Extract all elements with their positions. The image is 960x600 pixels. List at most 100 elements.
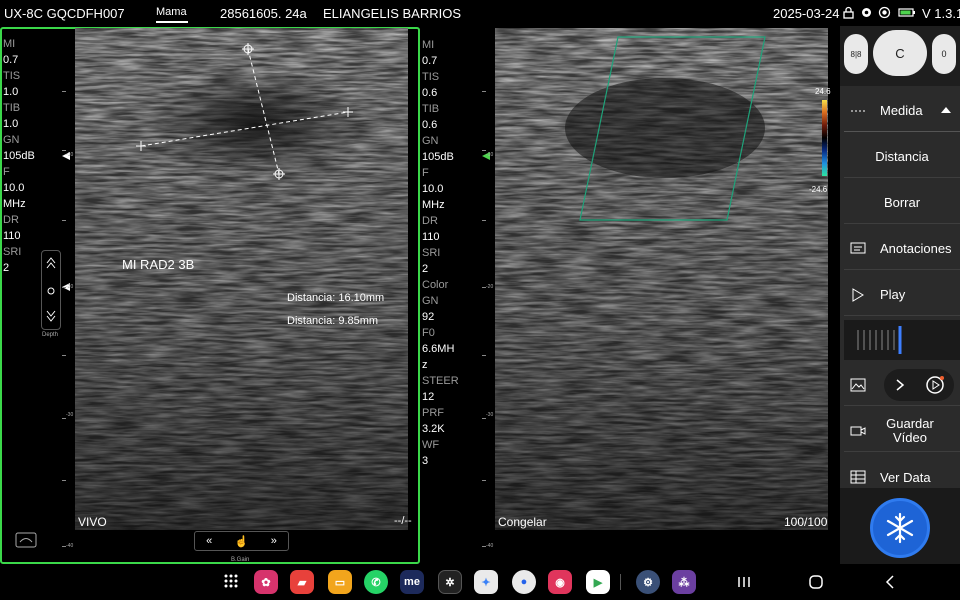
gemini-icon[interactable]: ✦ <box>474 570 498 594</box>
param-label: MI <box>3 38 16 50</box>
app-drawer-icon[interactable] <box>224 574 238 588</box>
recents-icon[interactable] <box>737 576 751 588</box>
play-store-icon[interactable]: ▶ <box>586 570 610 594</box>
live-mode-label: VIVO <box>78 515 107 529</box>
freeze-button[interactable] <box>870 498 930 558</box>
frame-counter-live: --/-- <box>394 515 412 527</box>
comment-icon <box>850 242 866 253</box>
depth-mark-label: -10 <box>486 152 494 158</box>
preset-tab[interactable]: Mama <box>156 6 187 18</box>
snowflake-icon <box>886 512 914 544</box>
chevron-right-icon[interactable] <box>894 378 906 392</box>
caliper-handle[interactable] <box>242 43 254 55</box>
distancia-label: Distancia <box>875 149 929 164</box>
depth-mark-label: -30 <box>66 412 74 418</box>
menu-item-play[interactable]: Play <box>844 274 960 316</box>
medical-app-icon[interactable]: ✲ <box>438 570 462 594</box>
caliper-cross[interactable] <box>343 107 353 117</box>
depth-tick <box>62 150 66 151</box>
probe-label: UX-8C GQCDFH007 <box>4 6 125 21</box>
gain-decrease-icon[interactable]: « <box>206 535 212 547</box>
flower-app-icon[interactable]: ✿ <box>254 570 278 594</box>
param-value: 10.0 <box>422 183 444 195</box>
annotation-text[interactable]: MI RAD2 3B <box>122 257 194 272</box>
param-label: GN <box>3 134 20 146</box>
battery-icon <box>898 8 915 17</box>
color-scale-bar <box>822 100 827 176</box>
measurement-overlay[interactable] <box>75 28 408 530</box>
gain-increase-icon[interactable]: » <box>271 535 277 547</box>
param-label: Color <box>422 279 449 291</box>
param-value: 3 <box>422 455 429 467</box>
version-label: V 1.3.1 <box>922 6 960 21</box>
param-value: 2 <box>422 263 429 275</box>
measurement-result-1: Distancia: 16.10mm <box>287 292 385 304</box>
play-icon <box>852 287 864 302</box>
screen-record-icon[interactable] <box>925 375 945 395</box>
home-icon[interactable] <box>809 575 823 589</box>
param-label: DR <box>3 214 19 226</box>
multi-app-icon[interactable]: ⁂ <box>672 570 696 594</box>
depth-tick <box>482 91 486 92</box>
left-params: MI 0.7 TIS 1.0 TIB 1.0 GN 105dB F 10.0 MHz DR 110 SRI… <box>3 36 43 276</box>
menu-item-borrar[interactable]: Borrar <box>844 182 960 224</box>
camera-icon[interactable]: ◉ <box>548 570 572 594</box>
caliper-handle[interactable] <box>273 168 285 180</box>
folder-app-icon[interactable]: ▭ <box>328 570 352 594</box>
param-label: SRI <box>422 247 441 259</box>
color-box-roi[interactable] <box>495 28 828 530</box>
param-label: F0 <box>422 327 435 339</box>
menu-item-anotaciones[interactable]: Anotaciones <box>844 228 960 270</box>
menu-item-distancia[interactable]: Distancia <box>844 136 960 178</box>
b-gain-control[interactable]: « ☝ » <box>194 531 289 551</box>
color-scale-max: 24.6 <box>815 87 831 96</box>
mode-c-button[interactable]: C <box>873 30 927 76</box>
mode-selector: 8|8 C 0 <box>840 26 960 86</box>
record-icon <box>878 6 891 19</box>
param-value: 2 <box>3 262 10 274</box>
param-value: 110 <box>422 231 440 243</box>
notes-app-icon[interactable]: ▰ <box>290 570 314 594</box>
play-label: Play <box>880 287 906 302</box>
probe-icon[interactable] <box>14 531 38 549</box>
param-value: 0.6 <box>422 87 438 99</box>
depth-mark-label: -20 <box>486 284 494 290</box>
zoom-button[interactable]: 0 <box>932 34 956 74</box>
depth-tick <box>482 220 486 221</box>
gear-icon[interactable] <box>860 6 873 19</box>
param-value: 12 <box>422 391 435 403</box>
video-camera-icon <box>850 426 866 435</box>
messages-icon[interactable]: ● <box>512 570 536 594</box>
frame-counter-frozen: 100/100 <box>784 515 828 529</box>
menu-item-captura[interactable] <box>844 364 960 406</box>
caliper-cross[interactable] <box>136 141 146 151</box>
param-value: 1.0 <box>3 86 19 98</box>
param-value: MHz <box>422 199 445 211</box>
me-app-icon[interactable]: me <box>400 570 424 594</box>
lock-icon <box>843 6 854 19</box>
menu-header-medida[interactable]: Medida <box>844 90 960 132</box>
cine-scrubber[interactable] <box>844 320 960 360</box>
dual-view-button[interactable]: 8|8 <box>844 34 868 74</box>
depth-control[interactable] <box>41 250 61 330</box>
back-icon[interactable] <box>883 575 897 589</box>
whatsapp-icon[interactable]: ✆ <box>364 570 388 594</box>
param-label: GN <box>422 135 439 147</box>
param-value: 3.2K <box>422 423 445 435</box>
param-label: STEER <box>422 375 459 387</box>
menu-item-guardar-video[interactable]: Guardar Vídeo <box>844 410 960 452</box>
depth-tick <box>62 418 66 419</box>
caret-up-icon <box>941 107 951 113</box>
param-label: F <box>3 166 10 178</box>
param-label: PRF <box>422 407 444 419</box>
floating-nav-pill[interactable] <box>884 369 954 401</box>
settings-app-icon[interactable]: ⚙ <box>636 570 660 594</box>
param-value: 1.0 <box>3 118 19 130</box>
measurement-result-2: Distancia: 9.85mm <box>287 315 379 327</box>
status-bar: UX-8C GQCDFH007 Mama 28561605. 24a ELIAN… <box>0 0 960 26</box>
ver-data-label: Ver Data <box>880 469 931 485</box>
depth-tick <box>482 480 486 481</box>
anotaciones-label: Anotaciones <box>880 241 952 256</box>
param-value: 110 <box>3 230 21 242</box>
depth-mark-label: -40 <box>486 543 494 549</box>
